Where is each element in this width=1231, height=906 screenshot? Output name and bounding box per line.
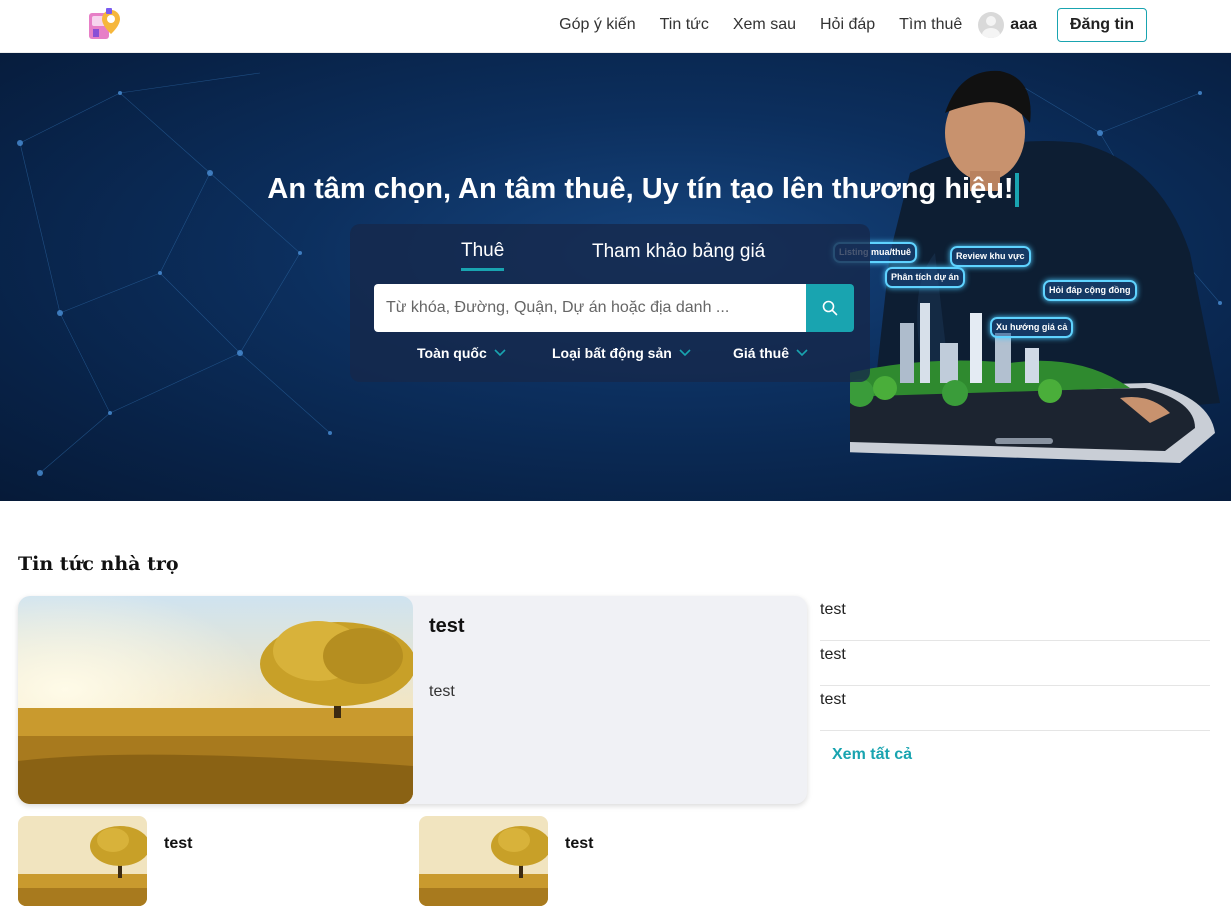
filter-location-label: Toàn quốc <box>417 345 487 361</box>
tab-tham-khao-bang-gia[interactable]: Tham khảo bảng giá <box>592 241 765 263</box>
featured-news-image[interactable] <box>18 596 413 804</box>
nav-gop-y-kien[interactable]: Góp ý kiến <box>559 16 635 34</box>
chevron-down-icon <box>679 349 691 357</box>
nav-xem-sau[interactable]: Xem sau <box>733 16 796 34</box>
featured-news-description: test <box>429 683 455 700</box>
featured-news-title[interactable]: test <box>429 615 465 638</box>
bubble-xu-huong: Xu hướng giá cả <box>990 317 1074 338</box>
nav-tin-tuc[interactable]: Tin tức <box>660 16 709 34</box>
news-card[interactable]: test <box>18 816 398 906</box>
tree-field-image <box>419 816 548 906</box>
hero-title: An tâm chọn, An tâm thuê, Uy tín tạo lên… <box>0 173 1231 208</box>
user-name[interactable]: aaa <box>1010 16 1037 34</box>
nav-tim-thue[interactable]: Tìm thuê <box>899 16 962 34</box>
featured-news-card[interactable]: test test <box>18 596 807 804</box>
bubble-hoi-dap: Hỏi đáp cộng đồng <box>1043 280 1137 301</box>
side-news-list: test test test Xem tất cả <box>820 596 1210 764</box>
post-listing-button[interactable]: Đăng tin <box>1057 8 1147 42</box>
filter-property-type-label: Loại bất động sản <box>552 345 672 361</box>
search-input[interactable] <box>374 284 806 332</box>
avatar[interactable] <box>978 12 1005 38</box>
list-item[interactable]: test <box>820 686 1210 731</box>
search-icon <box>822 300 838 316</box>
tree-field-image <box>18 816 147 906</box>
typing-caret <box>1014 173 1019 208</box>
tree-field-image <box>18 596 413 804</box>
tab-thue[interactable]: Thuê <box>461 240 505 271</box>
user-menu[interactable]: aaa <box>978 12 1037 38</box>
main-nav: Góp ý kiến Tin tức Xem sau Hỏi đáp Tìm t… <box>535 8 1147 42</box>
section-title: Tin tức nhà trọ <box>18 553 179 575</box>
news-card-title[interactable]: test <box>565 835 593 853</box>
filter-price-label: Giá thuê <box>733 345 790 361</box>
logo-icon <box>89 8 120 39</box>
news-card-image[interactable] <box>419 816 548 906</box>
news-card[interactable]: test <box>419 816 799 906</box>
chevron-down-icon <box>494 349 506 357</box>
site-header: Góp ý kiến Tin tức Xem sau Hỏi đáp Tìm t… <box>0 0 1231 53</box>
filter-price[interactable]: Giá thuê <box>733 345 808 361</box>
search-button[interactable] <box>806 284 854 332</box>
news-card-title[interactable]: test <box>164 835 192 853</box>
bubble-phan-tich: Phân tích dự án <box>885 267 966 288</box>
list-item[interactable]: test <box>820 641 1210 686</box>
hero-banner: Listing mua/thuê Phân tích dự án Review … <box>0 53 1231 501</box>
news-card-image[interactable] <box>18 816 147 906</box>
chevron-down-icon <box>796 349 808 357</box>
list-item[interactable]: test <box>820 596 1210 641</box>
nav-hoi-dap[interactable]: Hỏi đáp <box>820 16 875 34</box>
bubble-review: Review khu vực <box>950 246 1031 267</box>
hero-title-text: An tâm chọn, An tâm thuê, Uy tín tạo lên… <box>267 173 1014 205</box>
search-panel: Thuê Tham khảo bảng giá Toàn quốc Loại b… <box>350 224 870 382</box>
site-logo[interactable] <box>86 6 124 44</box>
filter-property-type[interactable]: Loại bất động sản <box>552 345 691 361</box>
filter-location[interactable]: Toàn quốc <box>417 345 506 361</box>
see-all-link[interactable]: Xem tất cả <box>832 746 1210 764</box>
